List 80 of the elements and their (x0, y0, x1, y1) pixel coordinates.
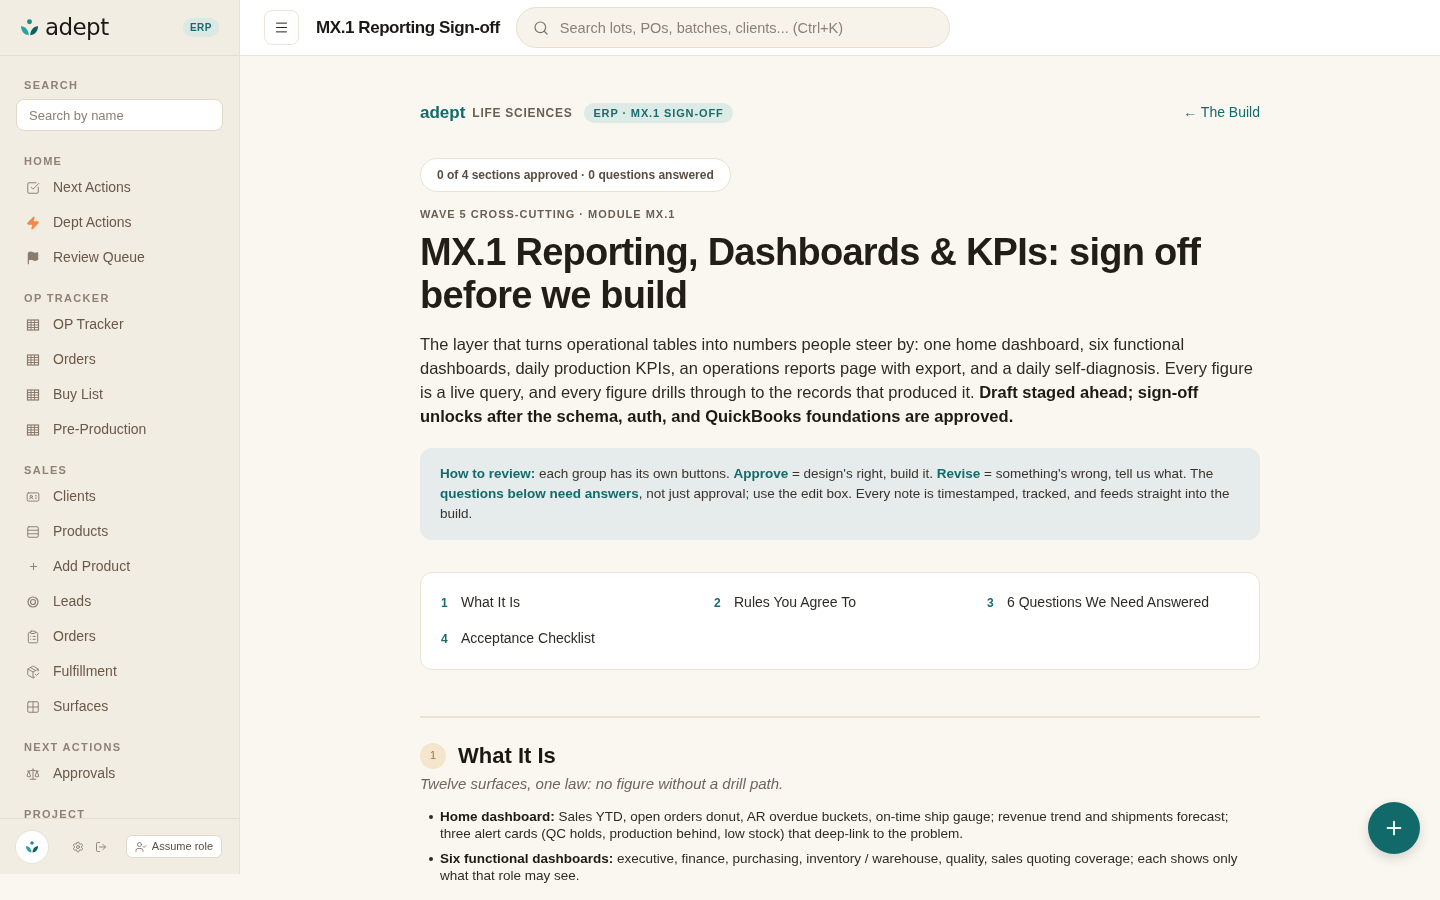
sidebar-item[interactable]: Leads (16, 584, 224, 619)
section-link-label: What It Is (461, 593, 521, 612)
sidebar-item[interactable]: Approvals (16, 756, 224, 791)
bullet-text: Home dashboard: Sales YTD, open orders donut, AR overdue buckets, on-time ship gauge; revenue trend and shipments forecast; three alert cards (QC holds, production behind, low stock) that deep-link to the problem. (440, 807, 1230, 842)
contents-link[interactable]: 2 Rules You Agree To (714, 592, 987, 613)
leaf-logo-icon (20, 19, 39, 36)
bullet-icon (429, 814, 433, 819)
bullet-icon (429, 856, 433, 861)
contents-link[interactable]: 1 What It Is (441, 592, 714, 613)
section-subtitle: Twelve surfaces, one law: no figure without a drill path. (420, 773, 785, 794)
brand-wordmark: adept (420, 102, 466, 124)
search-icon (532, 19, 549, 36)
menu-icon (274, 20, 289, 35)
global-search-field[interactable]: Search lots, POs, batches, clients... (Ctrl+K) (515, 7, 950, 48)
sidebar-item[interactable]: Clients (16, 479, 224, 514)
section-number: 4 (441, 630, 449, 648)
section-link-label: 6 Questions We Need Answered (1007, 593, 1210, 612)
rows-icon (26, 524, 40, 539)
logout-icon[interactable] (95, 840, 107, 853)
sidebar-item[interactable]: Fulfillment (16, 654, 224, 689)
sidebar-item[interactable]: Orders (16, 619, 224, 654)
intro-paragraph: The layer that turns operational tables into numbers people steer by: one home dashboard, six functional dashboards, daily production KPIs, an operations reports page with export, and a daily self-diagnosis. Every figure is a live query, and every figure drills through to the records that produced it. Draft staged ahead; sign-off unlocks after the schema, auth, and QuickBooks foundations are approved. (420, 333, 1254, 427)
page-title: MX.1 Reporting Sign-off (316, 16, 500, 39)
table-icon (26, 387, 40, 402)
sidebar-item[interactable]: Surfaces (16, 689, 224, 724)
contents-link[interactable]: 3 6 Questions We Need Answered (987, 592, 1260, 613)
module-eyebrow: WAVE 5 CROSS-CUTTING · MODULE MX.1 (420, 206, 677, 221)
section-label: SALES (23, 463, 69, 477)
grid-icon (26, 699, 40, 714)
bullet-text: Six functional dashboards: executive, finance, purchasing, inventory / warehouse, quality, sales quoting coverage; each shows only what that role may see. (440, 849, 1239, 884)
assume-role-button[interactable]: Assume role (125, 835, 222, 858)
checkbox-icon (26, 180, 40, 195)
section-label: SEARCH (23, 78, 80, 92)
table-icon (26, 352, 40, 367)
back-link[interactable]: ← The Build (1183, 102, 1260, 124)
brand-name: adept (45, 16, 109, 39)
settings-icon[interactable] (72, 840, 84, 853)
sidebar-item[interactable]: Buy List (16, 377, 224, 412)
section-label: OP TRACKER (23, 291, 111, 305)
table-icon (26, 422, 40, 437)
section-label: HOME (23, 154, 64, 168)
section-number-badge: 1 (420, 742, 446, 769)
section-label: NEXT ACTIONS (23, 740, 123, 754)
section-link-label: Rules You Agree To (734, 593, 856, 612)
ring-icon (26, 594, 40, 609)
flag-icon (26, 250, 40, 265)
review-instructions: How to review: each group has its own buttons. Approve = design's right, build it. Revise = something's wrong, tell us what. The questions below need answers, not just approval; use the edit box. Every note is timestamped, tracked, and feeds straight into the build. (440, 464, 1231, 523)
lightning-icon (26, 215, 40, 230)
leaf-icon (24, 840, 40, 853)
sidebar-item[interactable]: Add Product (16, 549, 224, 584)
erp-badge: ERP (182, 18, 219, 37)
section-heading: What It Is (458, 741, 556, 770)
sign-off-tag: ERP · MX.1 SIGN-OFF (584, 102, 733, 123)
section-number: 2 (714, 594, 722, 612)
sidebar-item[interactable]: Review Queue (16, 240, 224, 275)
user-check-icon (134, 840, 147, 853)
add-button[interactable] (1368, 802, 1420, 854)
avatar-button[interactable] (16, 830, 48, 863)
progress-pill: 0 of 4 sections approved · 0 questions answered (420, 157, 731, 192)
sidebar-item[interactable]: Products (16, 514, 224, 549)
package-icon (26, 664, 40, 679)
clipboard-icon (26, 629, 40, 644)
table-icon (26, 317, 40, 332)
menu-button[interactable] (264, 10, 299, 45)
sidebar-item[interactable]: Next Actions (16, 170, 224, 205)
section-number: 3 (987, 594, 995, 612)
section-label: PROJECT (23, 807, 87, 818)
id-card-icon (26, 489, 40, 504)
section-link-label: Acceptance Checklist (461, 629, 595, 648)
sidebar-item[interactable]: Pre-Production (16, 412, 224, 447)
section-number: 1 (441, 594, 449, 612)
plus-icon (27, 561, 39, 572)
contents-link[interactable]: 4 Acceptance Checklist (441, 628, 714, 649)
search-field[interactable]: Search by name (16, 99, 223, 131)
sidebar-item[interactable]: OP Tracker (16, 307, 224, 342)
brand-suffix: LIFE SCIENCES (472, 104, 573, 122)
document-title: MX.1 Reporting, Dashboards & KPIs: sign off before we build (420, 230, 1202, 317)
sidebar-item[interactable]: Orders (16, 342, 224, 377)
scales-icon (26, 766, 40, 781)
sidebar-item[interactable]: Dept Actions (16, 205, 224, 240)
